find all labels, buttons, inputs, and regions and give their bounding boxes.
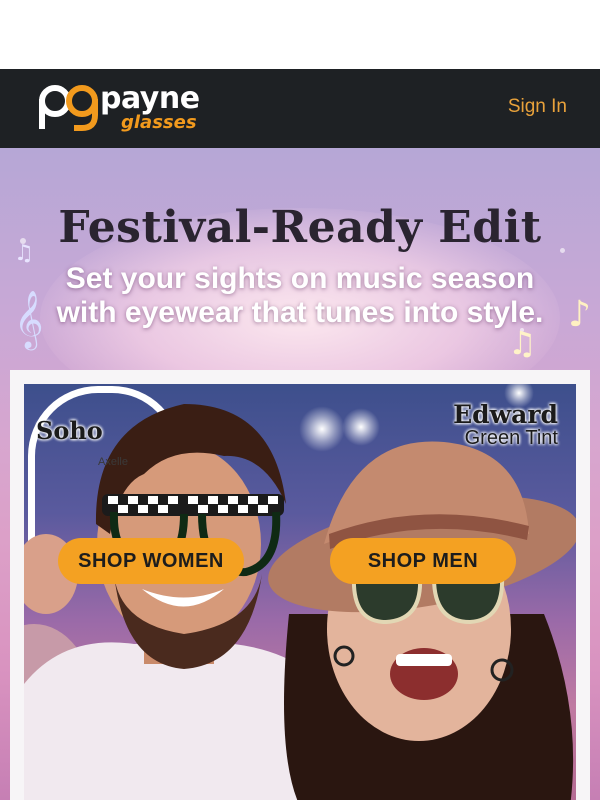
product-photo-card: Soho Axelle Edward Green Tint	[10, 370, 590, 800]
shop-men-button[interactable]: SHOP MEN	[330, 538, 516, 584]
edward-tint: Green Tint	[464, 427, 558, 449]
hero-subline-line-1: Set your sights on music season	[65, 262, 535, 295]
festival-hero-banner[interactable]: ♫ 𝄞 ♫ ♪ Festival-Ready Edit Set your sig…	[0, 148, 600, 800]
soho-product-label: Soho	[36, 416, 103, 445]
soho-product-sublabel: Axelle	[98, 456, 128, 468]
logo-pg-icon	[39, 85, 98, 131]
edward-product-label: Edward Green Tint	[453, 400, 558, 450]
hero-subline: Set your sights on music season with eye…	[0, 262, 600, 330]
logo-wordmark-bottom: glasses	[121, 112, 197, 133]
sign-in-link[interactable]: Sign In	[508, 96, 567, 118]
hero-headline: Festival-Ready Edit	[58, 202, 542, 253]
shop-women-button[interactable]: SHOP WOMEN	[58, 538, 244, 584]
top-blank-area	[0, 0, 600, 69]
hero-subline-line-2: with eyewear that tunes into style.	[56, 296, 544, 329]
site-header: payne glasses Sign In	[0, 69, 600, 148]
festival-couple-photo[interactable]: Soho Axelle Edward Green Tint	[24, 384, 576, 800]
logo-wordmark-top: payne	[100, 81, 200, 116]
payne-glasses-logo[interactable]: payne glasses	[38, 81, 200, 137]
edward-name: Edward	[453, 400, 558, 429]
